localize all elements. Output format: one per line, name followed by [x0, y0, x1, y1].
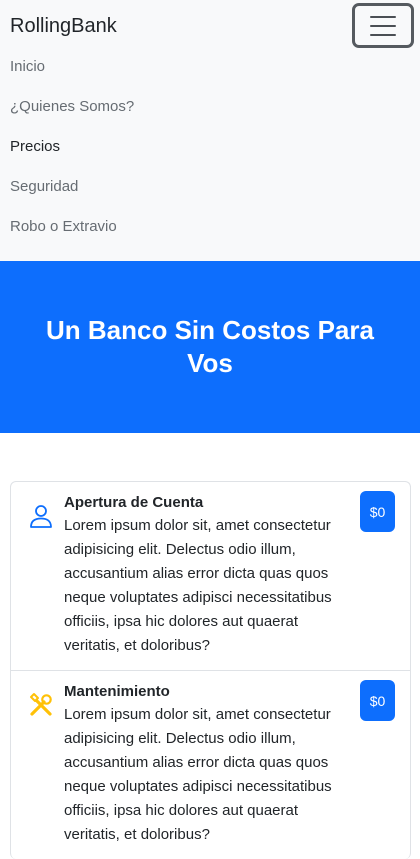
hero-banner: Un Banco Sin Costos Para Vos — [0, 261, 420, 433]
price-badge: $0 — [360, 491, 395, 532]
plan-title: Apertura de Cuenta — [64, 494, 204, 511]
hero-title: Un Banco Sin Costos Para Vos — [46, 315, 374, 378]
price-badge: $0 — [360, 680, 395, 721]
plan-title: Mantenimiento — [64, 683, 170, 700]
navbar-toggler-button[interactable] — [352, 3, 414, 48]
navbar: RollingBank Inicio ¿Quienes Somos? Preci… — [0, 0, 420, 261]
nav-item-precios[interactable]: Precios — [10, 126, 134, 166]
tools-icon — [30, 693, 52, 716]
plans-list: Apertura de Cuenta Lorem ipsum dolor sit… — [10, 481, 411, 859]
nav-item-robo-extravio[interactable]: Robo o Extravio — [10, 206, 134, 246]
nav-item-seguridad[interactable]: Seguridad — [10, 166, 134, 206]
plan-description: Lorem ipsum dolor sit, amet consectetur … — [64, 706, 332, 843]
plan-description: Lorem ipsum dolor sit, amet consectetur … — [64, 517, 332, 654]
nav-item-quienes-somos[interactable]: ¿Quienes Somos? — [10, 86, 134, 126]
person-icon — [30, 505, 52, 528]
brand-link[interactable]: RollingBank — [10, 14, 117, 38]
hamburger-icon — [370, 15, 396, 18]
list-item: Mantenimiento Lorem ipsum dolor sit, ame… — [11, 671, 410, 859]
nav-links: Inicio ¿Quienes Somos? Precios Seguridad… — [10, 46, 134, 246]
nav-item-inicio[interactable]: Inicio — [10, 46, 134, 86]
list-item: Apertura de Cuenta Lorem ipsum dolor sit… — [11, 482, 410, 671]
